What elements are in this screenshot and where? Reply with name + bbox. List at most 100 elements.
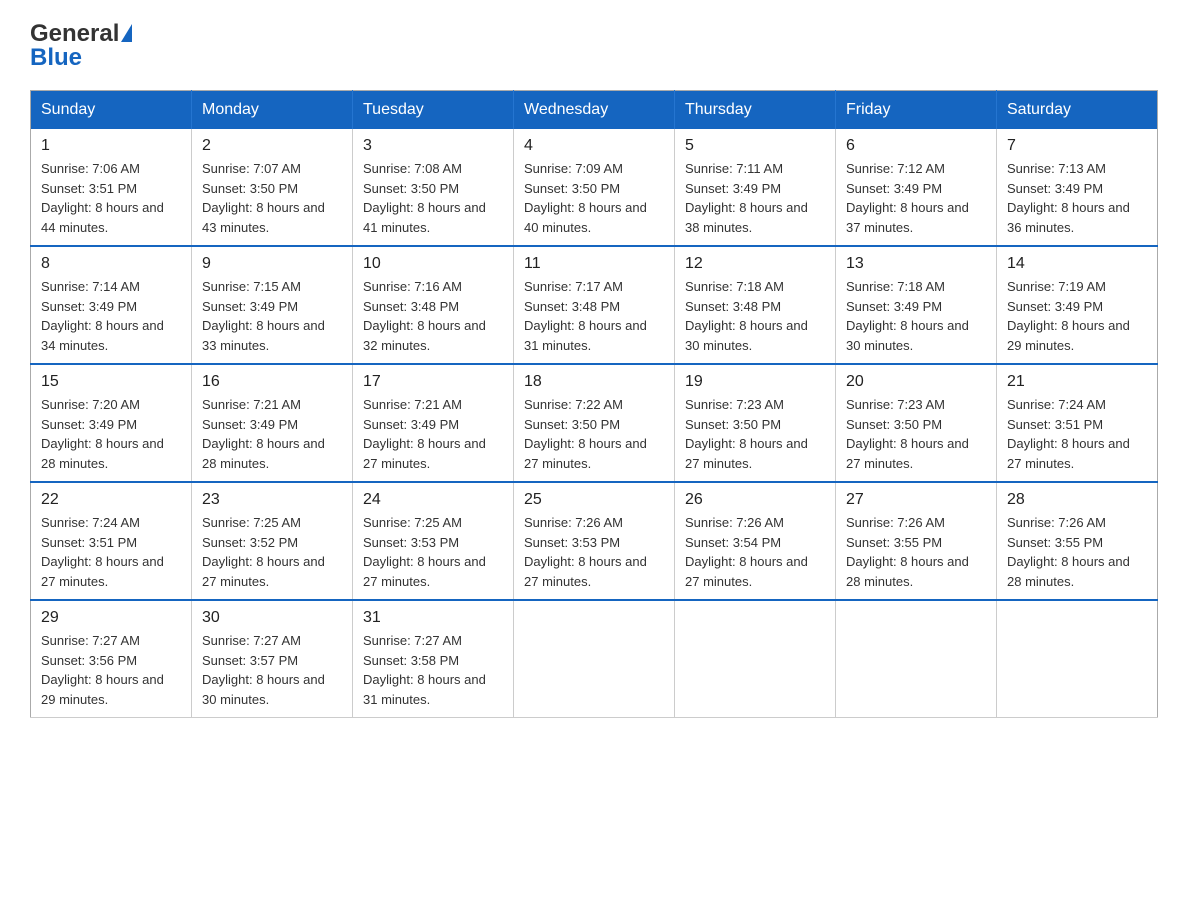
calendar-cell: 3 Sunrise: 7:08 AM Sunset: 3:50 PM Dayli… [353,129,514,246]
day-info: Sunrise: 7:26 AM Sunset: 3:53 PM Dayligh… [524,513,664,591]
day-info: Sunrise: 7:06 AM Sunset: 3:51 PM Dayligh… [41,159,181,237]
day-info: Sunrise: 7:26 AM Sunset: 3:55 PM Dayligh… [846,513,986,591]
day-header-thursday: Thursday [675,91,836,130]
calendar-cell [514,600,675,718]
day-info: Sunrise: 7:24 AM Sunset: 3:51 PM Dayligh… [1007,395,1147,473]
page-header: General Blue [30,20,1158,72]
calendar-cell [675,600,836,718]
day-info: Sunrise: 7:19 AM Sunset: 3:49 PM Dayligh… [1007,277,1147,355]
day-number: 18 [524,373,664,391]
day-info: Sunrise: 7:11 AM Sunset: 3:49 PM Dayligh… [685,159,825,237]
calendar-cell: 21 Sunrise: 7:24 AM Sunset: 3:51 PM Dayl… [997,364,1158,482]
day-header-sunday: Sunday [31,91,192,130]
day-info: Sunrise: 7:09 AM Sunset: 3:50 PM Dayligh… [524,159,664,237]
calendar-cell: 14 Sunrise: 7:19 AM Sunset: 3:49 PM Dayl… [997,246,1158,364]
calendar-cell: 29 Sunrise: 7:27 AM Sunset: 3:56 PM Dayl… [31,600,192,718]
day-number: 16 [202,373,342,391]
calendar-cell: 5 Sunrise: 7:11 AM Sunset: 3:49 PM Dayli… [675,129,836,246]
day-header-friday: Friday [836,91,997,130]
day-number: 21 [1007,373,1147,391]
day-info: Sunrise: 7:23 AM Sunset: 3:50 PM Dayligh… [685,395,825,473]
day-info: Sunrise: 7:20 AM Sunset: 3:49 PM Dayligh… [41,395,181,473]
logo-arrow-icon [121,24,132,42]
calendar-week-row: 8 Sunrise: 7:14 AM Sunset: 3:49 PM Dayli… [31,246,1158,364]
day-info: Sunrise: 7:23 AM Sunset: 3:50 PM Dayligh… [846,395,986,473]
day-info: Sunrise: 7:07 AM Sunset: 3:50 PM Dayligh… [202,159,342,237]
day-headers-row: SundayMondayTuesdayWednesdayThursdayFrid… [31,91,1158,130]
day-number: 5 [685,137,825,155]
day-info: Sunrise: 7:13 AM Sunset: 3:49 PM Dayligh… [1007,159,1147,237]
calendar-cell [997,600,1158,718]
day-number: 15 [41,373,181,391]
day-number: 22 [41,491,181,509]
calendar-cell: 30 Sunrise: 7:27 AM Sunset: 3:57 PM Dayl… [192,600,353,718]
day-number: 4 [524,137,664,155]
day-info: Sunrise: 7:26 AM Sunset: 3:55 PM Dayligh… [1007,513,1147,591]
calendar-cell: 16 Sunrise: 7:21 AM Sunset: 3:49 PM Dayl… [192,364,353,482]
day-info: Sunrise: 7:21 AM Sunset: 3:49 PM Dayligh… [363,395,503,473]
day-info: Sunrise: 7:27 AM Sunset: 3:56 PM Dayligh… [41,631,181,709]
day-info: Sunrise: 7:15 AM Sunset: 3:49 PM Dayligh… [202,277,342,355]
calendar-cell: 10 Sunrise: 7:16 AM Sunset: 3:48 PM Dayl… [353,246,514,364]
calendar-cell: 26 Sunrise: 7:26 AM Sunset: 3:54 PM Dayl… [675,482,836,600]
day-number: 8 [41,255,181,273]
calendar-cell: 17 Sunrise: 7:21 AM Sunset: 3:49 PM Dayl… [353,364,514,482]
day-info: Sunrise: 7:08 AM Sunset: 3:50 PM Dayligh… [363,159,503,237]
day-info: Sunrise: 7:18 AM Sunset: 3:49 PM Dayligh… [846,277,986,355]
calendar-cell: 7 Sunrise: 7:13 AM Sunset: 3:49 PM Dayli… [997,129,1158,246]
calendar-week-row: 22 Sunrise: 7:24 AM Sunset: 3:51 PM Dayl… [31,482,1158,600]
calendar-cell: 20 Sunrise: 7:23 AM Sunset: 3:50 PM Dayl… [836,364,997,482]
day-info: Sunrise: 7:22 AM Sunset: 3:50 PM Dayligh… [524,395,664,473]
calendar-cell: 31 Sunrise: 7:27 AM Sunset: 3:58 PM Dayl… [353,600,514,718]
calendar-cell: 11 Sunrise: 7:17 AM Sunset: 3:48 PM Dayl… [514,246,675,364]
day-info: Sunrise: 7:14 AM Sunset: 3:49 PM Dayligh… [41,277,181,355]
calendar-week-row: 15 Sunrise: 7:20 AM Sunset: 3:49 PM Dayl… [31,364,1158,482]
calendar-cell: 12 Sunrise: 7:18 AM Sunset: 3:48 PM Dayl… [675,246,836,364]
calendar-cell: 13 Sunrise: 7:18 AM Sunset: 3:49 PM Dayl… [836,246,997,364]
day-number: 7 [1007,137,1147,155]
day-number: 27 [846,491,986,509]
day-info: Sunrise: 7:18 AM Sunset: 3:48 PM Dayligh… [685,277,825,355]
calendar-cell: 28 Sunrise: 7:26 AM Sunset: 3:55 PM Dayl… [997,482,1158,600]
calendar-cell [836,600,997,718]
day-number: 26 [685,491,825,509]
day-header-wednesday: Wednesday [514,91,675,130]
day-number: 19 [685,373,825,391]
day-header-monday: Monday [192,91,353,130]
day-info: Sunrise: 7:25 AM Sunset: 3:52 PM Dayligh… [202,513,342,591]
day-info: Sunrise: 7:21 AM Sunset: 3:49 PM Dayligh… [202,395,342,473]
day-number: 9 [202,255,342,273]
day-number: 25 [524,491,664,509]
day-number: 20 [846,373,986,391]
calendar-cell: 15 Sunrise: 7:20 AM Sunset: 3:49 PM Dayl… [31,364,192,482]
calendar-cell: 8 Sunrise: 7:14 AM Sunset: 3:49 PM Dayli… [31,246,192,364]
day-number: 12 [685,255,825,273]
calendar-week-row: 29 Sunrise: 7:27 AM Sunset: 3:56 PM Dayl… [31,600,1158,718]
day-info: Sunrise: 7:26 AM Sunset: 3:54 PM Dayligh… [685,513,825,591]
day-number: 1 [41,137,181,155]
calendar-cell: 4 Sunrise: 7:09 AM Sunset: 3:50 PM Dayli… [514,129,675,246]
calendar-cell: 2 Sunrise: 7:07 AM Sunset: 3:50 PM Dayli… [192,129,353,246]
calendar-cell: 1 Sunrise: 7:06 AM Sunset: 3:51 PM Dayli… [31,129,192,246]
day-number: 3 [363,137,503,155]
day-number: 14 [1007,255,1147,273]
calendar-cell: 19 Sunrise: 7:23 AM Sunset: 3:50 PM Dayl… [675,364,836,482]
day-number: 11 [524,255,664,273]
day-info: Sunrise: 7:25 AM Sunset: 3:53 PM Dayligh… [363,513,503,591]
logo-blue: Blue [30,44,82,72]
day-info: Sunrise: 7:12 AM Sunset: 3:49 PM Dayligh… [846,159,986,237]
calendar-week-row: 1 Sunrise: 7:06 AM Sunset: 3:51 PM Dayli… [31,129,1158,246]
day-info: Sunrise: 7:27 AM Sunset: 3:58 PM Dayligh… [363,631,503,709]
day-number: 2 [202,137,342,155]
day-header-saturday: Saturday [997,91,1158,130]
day-number: 24 [363,491,503,509]
day-number: 31 [363,609,503,627]
calendar-cell: 24 Sunrise: 7:25 AM Sunset: 3:53 PM Dayl… [353,482,514,600]
day-number: 30 [202,609,342,627]
logo-area: General Blue [30,20,133,72]
day-header-tuesday: Tuesday [353,91,514,130]
day-number: 13 [846,255,986,273]
calendar-cell: 6 Sunrise: 7:12 AM Sunset: 3:49 PM Dayli… [836,129,997,246]
day-info: Sunrise: 7:16 AM Sunset: 3:48 PM Dayligh… [363,277,503,355]
day-number: 28 [1007,491,1147,509]
